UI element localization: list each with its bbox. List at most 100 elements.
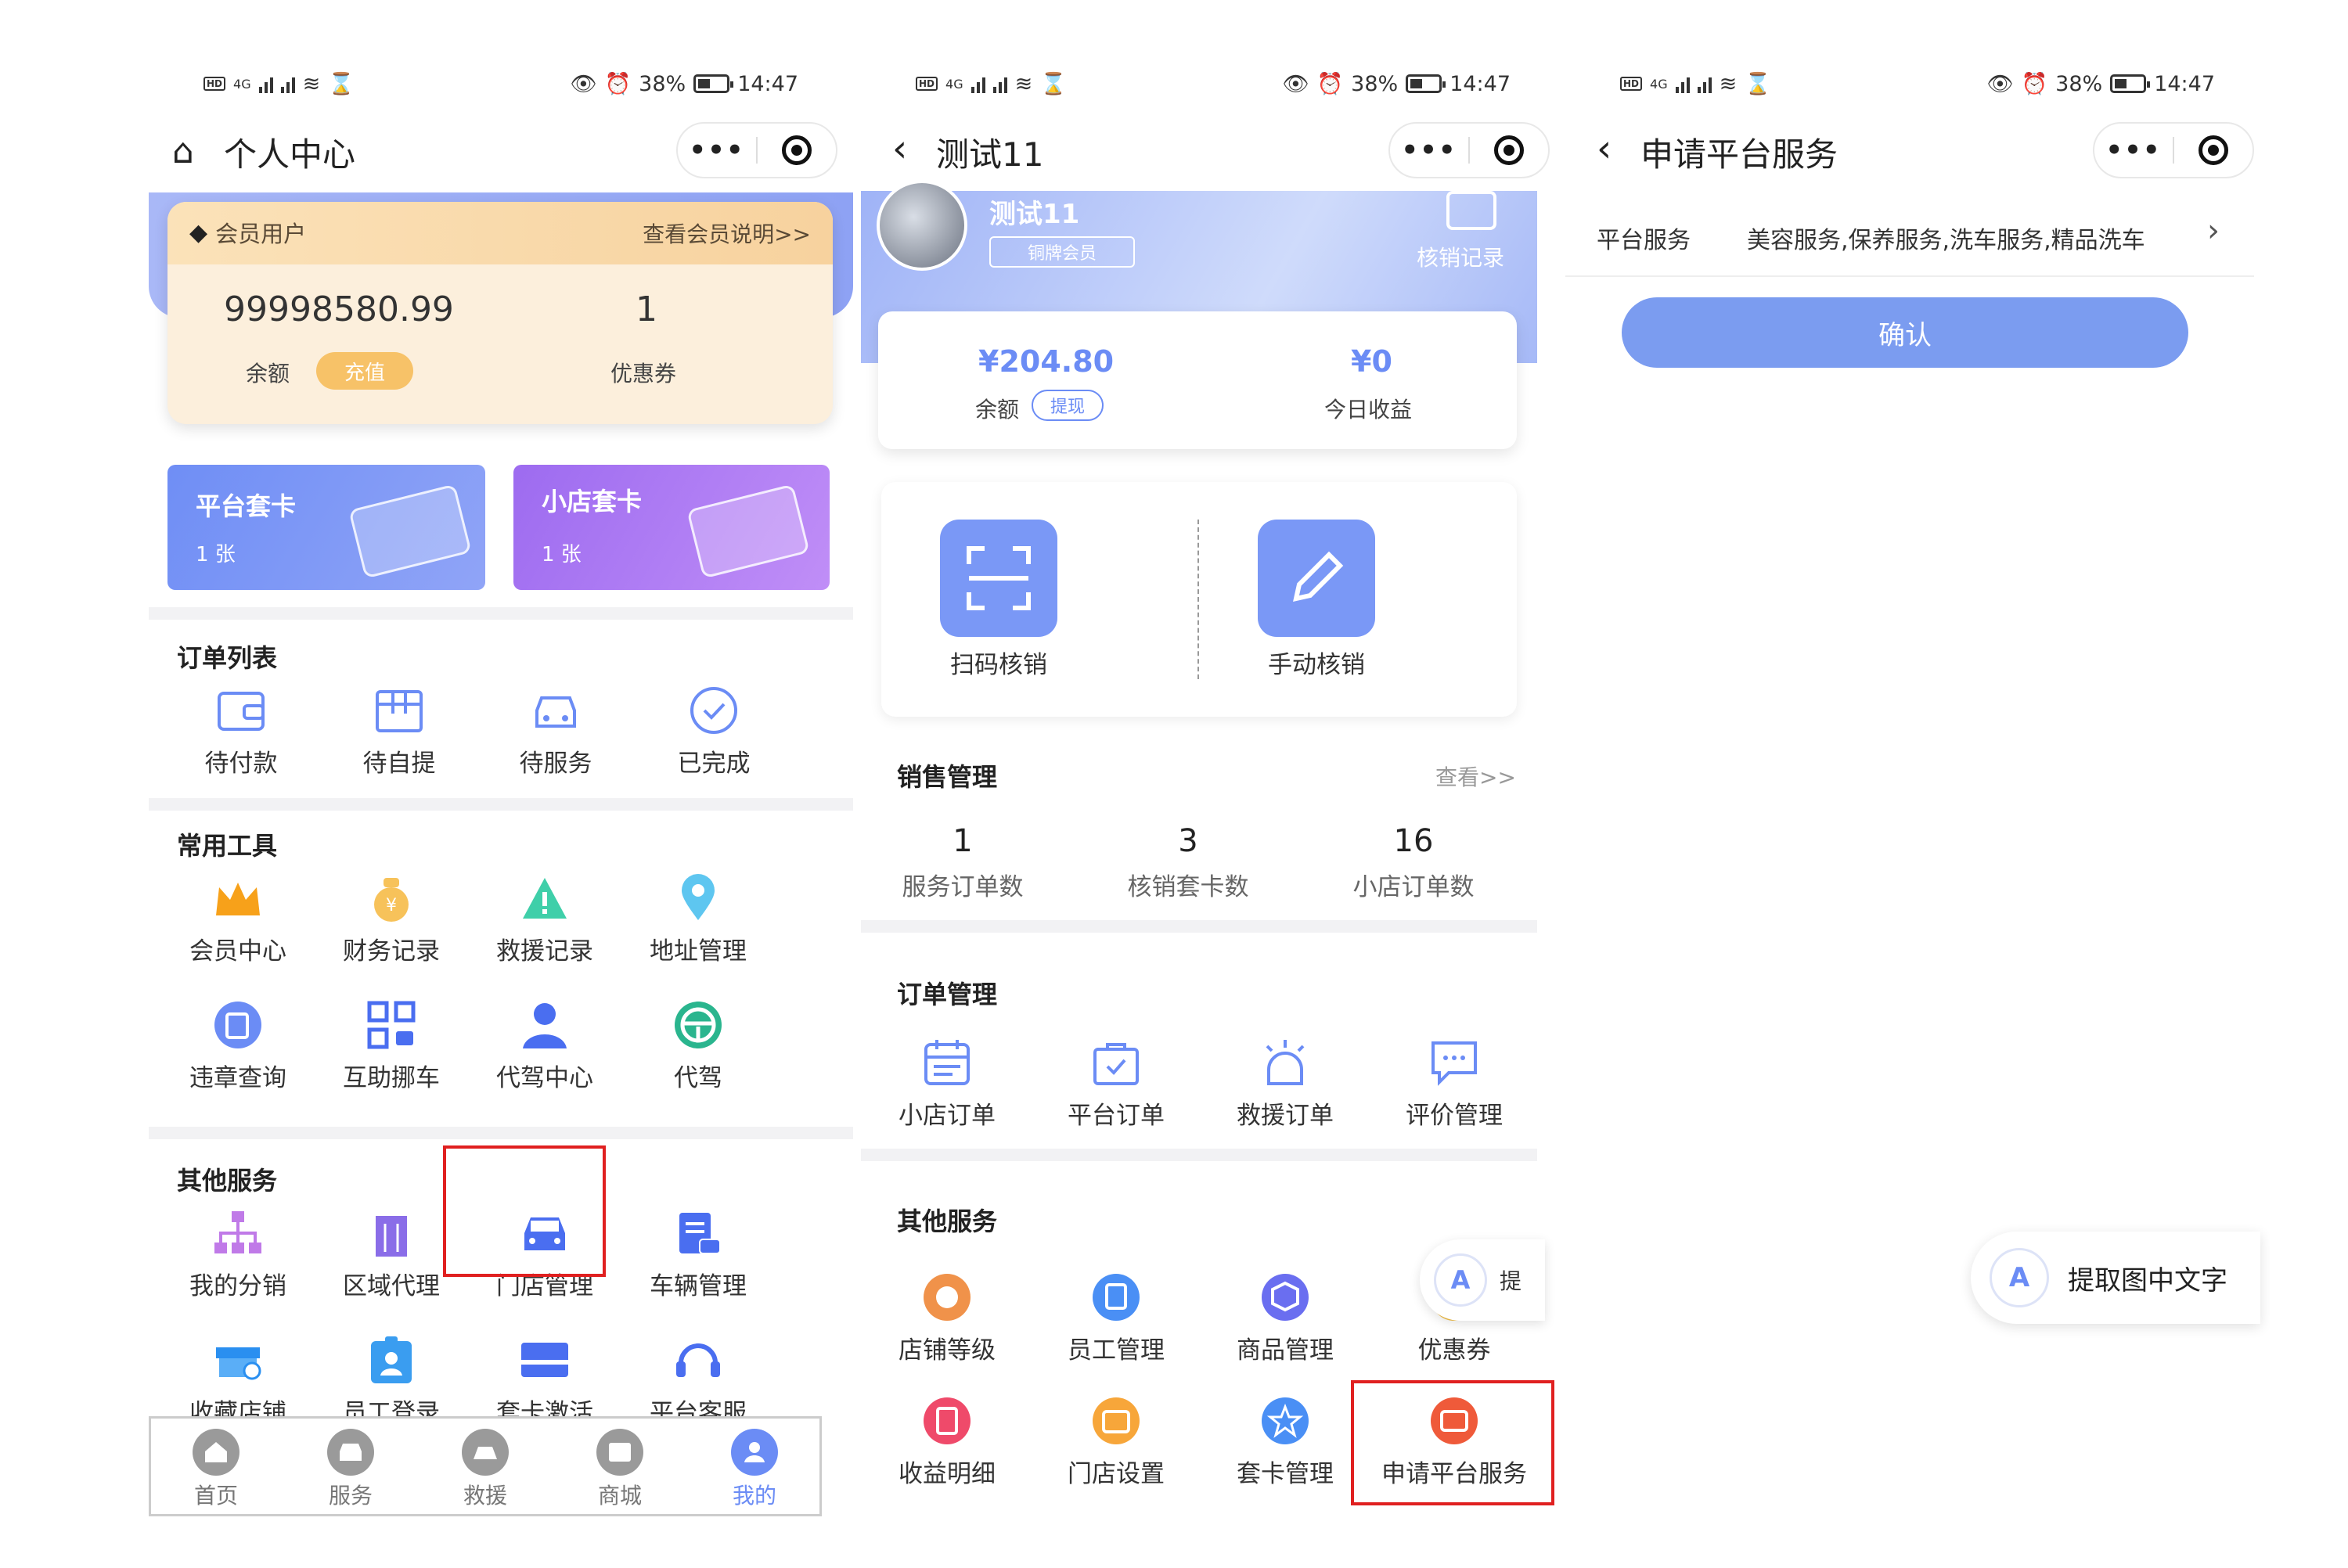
ocr-floating-button[interactable]: A 提	[1420, 1239, 1545, 1321]
more-icon[interactable]: •••	[1390, 135, 1468, 166]
tab-rescue[interactable]: 救援	[418, 1429, 553, 1510]
tool-move-car[interactable]: 互助挪车	[313, 1000, 470, 1093]
order-reviews[interactable]: 评价管理	[1376, 1038, 1532, 1131]
coupon-count: 1	[636, 290, 657, 329]
divider	[149, 798, 853, 811]
platform-card-count: 1 张	[196, 543, 236, 566]
balance-label: 余额	[246, 361, 290, 387]
stat-shop-orders: 16 小店订单数	[1352, 823, 1475, 901]
wallet-icon	[216, 685, 266, 735]
svc-shop-level[interactable]: 店铺等级	[869, 1272, 1025, 1365]
other-services-title: 其他服务	[897, 1207, 998, 1236]
member-info-link[interactable]: 查看会员说明>>	[643, 218, 811, 249]
svc-staff-login[interactable]: 员工登录	[313, 1335, 470, 1428]
tool-chauffeur[interactable]: 代驾	[620, 1000, 776, 1093]
ocr-floating-button[interactable]: A 提取图中文字	[1971, 1232, 2260, 1324]
svc-vehicle-management[interactable]: 车辆管理	[620, 1208, 776, 1301]
withdraw-button[interactable]: 提现	[1032, 390, 1104, 421]
service-field-value: 美容服务,保养服务,洗车服务,精品洗车	[1747, 227, 2145, 254]
verification-records-link[interactable]: 核销记录	[1417, 241, 1504, 272]
svc-store-settings[interactable]: 门店设置	[1038, 1396, 1194, 1489]
manual-verify-button[interactable]: 手动核销	[1238, 520, 1395, 680]
tab-service[interactable]: 服务	[283, 1429, 418, 1510]
order-platform[interactable]: 平台订单	[1038, 1038, 1194, 1131]
battery-icon	[1406, 74, 1446, 93]
card-icon	[520, 1335, 570, 1385]
order-rescue[interactable]: 救援订单	[1207, 1038, 1363, 1131]
warning-icon	[520, 873, 570, 923]
recharge-button[interactable]: 充值	[316, 352, 413, 390]
level-icon	[922, 1272, 972, 1322]
mini-program-capsule: •••	[1388, 122, 1550, 178]
more-icon[interactable]: •••	[678, 135, 756, 166]
confirm-button[interactable]: 确认	[1622, 297, 2188, 368]
order-completed[interactable]: 已完成	[636, 685, 792, 779]
tool-rescue-records[interactable]: 救援记录	[466, 873, 623, 966]
close-target-icon[interactable]	[758, 135, 836, 165]
tool-driver-center[interactable]: 代驾中心	[466, 1000, 623, 1093]
title-bar: ‹ 测试11 •••	[861, 117, 1565, 185]
tab-home[interactable]: 首页	[149, 1429, 283, 1510]
svc-my-distribution[interactable]: 我的分销	[160, 1208, 316, 1301]
svc-staff-management[interactable]: 员工管理	[1038, 1272, 1194, 1365]
profile-name: 测试11	[989, 199, 1080, 230]
records-icon	[1446, 191, 1496, 230]
order-pending-pickup[interactable]: 待自提	[321, 685, 477, 779]
tool-violation-query[interactable]: 违章查询	[160, 1000, 316, 1093]
steering-wheel-icon	[673, 1000, 723, 1050]
svg-text:¥: ¥	[386, 896, 397, 915]
rescue-icon	[462, 1429, 509, 1476]
shop-icon	[596, 1429, 643, 1476]
chevron-right-icon: ›	[2207, 213, 2220, 249]
back-icon[interactable]: ‹	[892, 127, 907, 171]
order-pending-payment[interactable]: 待付款	[163, 685, 319, 779]
svc-favorite-stores[interactable]: 收藏店铺	[160, 1335, 316, 1428]
today-earnings-label: 今日收益	[1324, 397, 1413, 423]
back-icon[interactable]: ‹	[1597, 127, 1612, 171]
scan-verify-button[interactable]: 扫码核销	[920, 520, 1077, 680]
home-icon	[193, 1429, 239, 1476]
divider	[861, 920, 1537, 933]
card-icon	[686, 484, 810, 579]
svc-earnings-detail[interactable]: 收益明细	[869, 1396, 1025, 1489]
calendar-icon	[922, 1038, 972, 1088]
coupon-label: 优惠券	[610, 361, 677, 387]
balance-amount: ¥204.80	[978, 344, 1115, 379]
screen-personal-center: HD 4G ≋ ⌛ 👁 ⏰ 38% 14:47 ⌂ 个人中心 ••• ◆ 会员用户 查看会员说…	[149, 0, 853, 1568]
order-shop[interactable]: 小店订单	[869, 1038, 1025, 1131]
car-icon	[327, 1429, 374, 1476]
qr-car-icon	[366, 1000, 416, 1050]
shop-card-title: 小店套卡	[542, 487, 643, 516]
mini-program-capsule: •••	[2093, 122, 2254, 178]
platform-card-tile[interactable]: 平台套卡 1 张	[167, 465, 485, 590]
tab-mall[interactable]: 商城	[553, 1429, 687, 1510]
svc-product-management[interactable]: 商品管理	[1207, 1272, 1363, 1365]
service-field-label: 平台服务	[1597, 227, 1691, 254]
tab-mine[interactable]: 我的	[687, 1429, 822, 1510]
balance-label: 余额	[975, 397, 1020, 423]
sales-view-link[interactable]: 查看>>	[1435, 761, 1516, 792]
tool-address-management[interactable]: 地址管理	[620, 873, 776, 966]
id-badge-icon	[366, 1335, 416, 1385]
home-icon[interactable]: ⌂	[172, 131, 194, 171]
close-target-icon[interactable]	[1470, 135, 1548, 165]
shop-card-tile[interactable]: 小店套卡 1 张	[513, 465, 830, 590]
avatar[interactable]	[877, 180, 967, 271]
scan-icon	[940, 520, 1057, 637]
tool-member-center[interactable]: 会员中心	[160, 873, 316, 966]
ocr-icon: A	[1990, 1248, 2049, 1307]
divider	[149, 607, 853, 620]
building-icon	[366, 1208, 416, 1258]
service-field-row[interactable]: 平台服务 美容服务,保养服务,洗车服务,精品洗车 ›	[1565, 191, 2254, 277]
svc-card-activation[interactable]: 套卡激活	[466, 1335, 623, 1428]
location-pin-icon	[673, 873, 723, 923]
balance-card: ¥204.80 余额 提现 ¥0 今日收益	[878, 311, 1517, 449]
svc-card-management[interactable]: 套卡管理	[1207, 1396, 1363, 1489]
order-pending-service[interactable]: 待服务	[477, 685, 634, 779]
more-icon[interactable]: •••	[2094, 135, 2173, 166]
tool-finance-records[interactable]: ¥ 财务记录	[313, 873, 470, 966]
svc-platform-support[interactable]: 平台客服	[620, 1335, 776, 1428]
member-card: ◆ 会员用户 查看会员说明>> 99998580.99 余额 充值 1 优惠券	[167, 202, 833, 424]
close-target-icon[interactable]	[2174, 135, 2253, 165]
order-management-title: 订单管理	[897, 980, 998, 1009]
